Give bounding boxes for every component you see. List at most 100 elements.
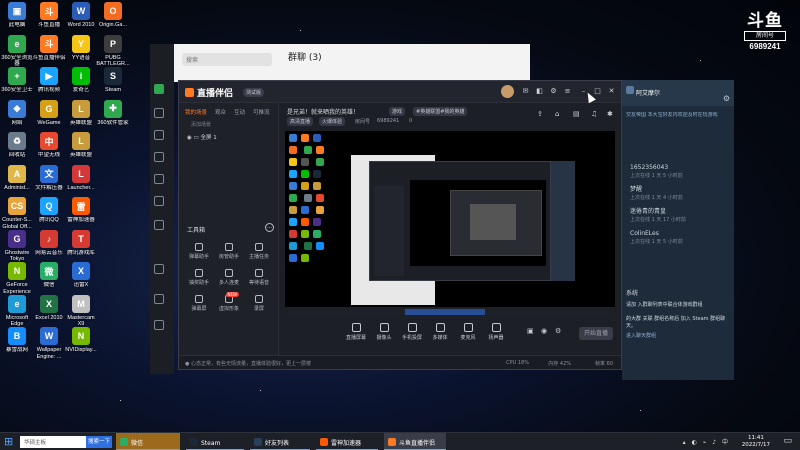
- desktop-icon[interactable]: ✚ 360软件管家: [96, 99, 130, 138]
- taskbar-search-button[interactable]: 搜索一下: [86, 436, 112, 448]
- source-button[interactable]: 扬声器: [481, 323, 511, 341]
- steam-nav-icon[interactable]: [154, 264, 164, 274]
- preview-friends-window: [551, 161, 575, 281]
- tool-icon: [255, 243, 263, 251]
- source-toolbar: 直播屏幕 摄像头 手机投屏 多媒体 麦克风 扬声器 ▣ ◉ ⚙ 开始直播: [279, 317, 621, 355]
- taskbar-clock[interactable]: 11:41 2022/7/17: [742, 435, 770, 449]
- topic-tag[interactable]: #英雄联盟#我的英雄: [413, 107, 468, 116]
- steam-nav-icon[interactable]: [154, 320, 164, 330]
- scene-item[interactable]: ◉ ▭ 全屏 1: [187, 133, 217, 141]
- friend-item[interactable]: 迷倦青的青皇 上次在线 1 天 17 小时前: [630, 208, 686, 224]
- source-button[interactable]: 多媒体: [425, 323, 455, 341]
- taskbar-app[interactable]: 微信: [116, 433, 180, 450]
- friend-name: 梦醒: [630, 186, 643, 193]
- category-tag[interactable]: 游戏: [389, 107, 406, 116]
- source-icon: [435, 323, 445, 332]
- gift-icon[interactable]: ◧: [535, 87, 544, 96]
- join-group-link[interactable]: 进入聊天群组: [626, 332, 656, 339]
- tool-button[interactable]: 主播任务: [247, 243, 271, 260]
- app-icon: 雷: [72, 197, 90, 215]
- camera-toggle-icon[interactable]: ▣: [527, 327, 534, 335]
- watermark-sub: 房间号: [744, 31, 786, 41]
- tool-button[interactable]: 等待语音: [247, 269, 271, 286]
- source-button[interactable]: 摄像头: [369, 323, 399, 341]
- tool-label: 等待语音: [248, 280, 269, 286]
- star: [120, 400, 121, 401]
- menu-icon[interactable]: ≡: [563, 87, 572, 96]
- desktop-icon-label: Ghostwire Tokyo: [4, 249, 30, 263]
- source-button[interactable]: 手机投屏: [397, 323, 427, 341]
- eye-toggle-icon[interactable]: ◉: [541, 327, 547, 335]
- app-icon: CS: [8, 197, 26, 215]
- app-icon: X: [40, 294, 58, 313]
- desktop-icon-label: Wallpaper Engine: ...: [36, 347, 62, 360]
- desktop-icon-label: 网易云音乐: [35, 249, 63, 256]
- eye-icon[interactable]: ◉ ▭: [187, 135, 201, 141]
- bell-icon[interactable]: ♫: [591, 110, 597, 118]
- tool-button[interactable]: 弹幕助手: [187, 243, 211, 260]
- close-button[interactable]: ✕: [607, 87, 616, 96]
- friend-item[interactable]: 梦醒 上次在线 1 天 4 小时前: [630, 186, 683, 202]
- chat-search-input[interactable]: 搜索: [182, 53, 272, 66]
- douyu-watermark: 斗鱼 房间号 6989241: [740, 12, 790, 51]
- source-icon: [407, 323, 417, 332]
- steam-nav-icon[interactable]: [154, 174, 164, 184]
- scene-tab[interactable]: 可推流: [253, 110, 270, 116]
- steam-nav-icon[interactable]: [154, 196, 164, 206]
- friend-item[interactable]: 1652356043 上次在线 1 天 5 小时前: [630, 164, 683, 180]
- group-chat-title: 群聊 (3): [288, 53, 322, 63]
- taskbar-search-input[interactable]: 华硕主板: [20, 436, 86, 448]
- chat-icon[interactable]: ▤: [573, 110, 580, 118]
- taskbar-app[interactable]: 雷神加速器: [316, 433, 378, 450]
- steam-nav-icon[interactable]: [154, 130, 164, 140]
- steam-nav-icon[interactable]: [154, 108, 164, 118]
- taskbar-app[interactable]: 好友列表: [250, 433, 310, 450]
- steam-nav-icon[interactable]: [154, 152, 164, 162]
- steam-window-sidebar[interactable]: [150, 44, 174, 374]
- taskbar-app[interactable]: Steam: [186, 433, 244, 450]
- source-button[interactable]: 直播屏幕: [341, 323, 371, 341]
- config-icon[interactable]: ⚙: [555, 327, 561, 335]
- desktop-icon-label: Counter-S... Global Off...: [2, 217, 32, 230]
- source-button[interactable]: 麦克风: [453, 323, 483, 341]
- start-live-button[interactable]: 开始直播: [579, 327, 613, 340]
- windows-start-icon[interactable]: ⊞: [4, 436, 16, 448]
- desktop-icon[interactable]: N NVIDisplay...: [64, 327, 98, 365]
- clock-time: 11:41: [747, 435, 764, 441]
- desktop-icon[interactable]: W Wallpaper Engine: ...: [32, 327, 66, 365]
- tool-button[interactable]: 弹幕屏: [187, 295, 211, 312]
- more-tools-icon[interactable]: …: [265, 223, 274, 232]
- tool-button[interactable]: 抽奖助手: [187, 269, 211, 286]
- maximize-button[interactable]: □: [593, 87, 602, 96]
- notification-icon[interactable]: ▭: [783, 436, 792, 446]
- source-icon: [351, 323, 361, 332]
- settings-icon[interactable]: ⚙: [549, 87, 558, 96]
- scene-tab[interactable]: 互动: [234, 110, 245, 116]
- gear-icon[interactable]: ⚙: [723, 94, 730, 103]
- settings-gear-icon[interactable]: ✱: [607, 110, 613, 118]
- mode-tag[interactable]: 火爆体验: [319, 117, 346, 126]
- tool-button[interactable]: 虚拟形象 NEW: [217, 292, 241, 312]
- scene-tab[interactable]: 我的场景: [185, 110, 207, 116]
- scene-tab[interactable]: 观众: [215, 110, 226, 116]
- friends-header-name: 阿艾摩尔: [636, 90, 661, 97]
- desktop-icon-label: 文件解压器: [35, 184, 63, 191]
- tray-icons[interactable]: ▴ ◐ ⌁ ♪ 中: [683, 437, 730, 446]
- share-icon[interactable]: ⇪: [537, 110, 543, 118]
- user-avatar[interactable]: [501, 85, 514, 98]
- desktop-icon-label: 360软件管家: [97, 119, 129, 126]
- desktop-icon[interactable]: B 暴雪战网: [0, 327, 34, 365]
- mail-icon[interactable]: ✉: [521, 87, 530, 96]
- add-scene-link[interactable]: 添加场景: [191, 121, 211, 128]
- steam-nav-icon[interactable]: [154, 220, 164, 230]
- tool-button[interactable]: 多人连麦: [217, 269, 241, 286]
- tool-label: 房管助手: [218, 254, 239, 260]
- taskbar-app[interactable]: 斗鱼直播伴侣: [384, 433, 446, 450]
- quality-tag[interactable]: 高清直播: [287, 117, 314, 126]
- lock-icon[interactable]: ⌂: [555, 110, 559, 118]
- tool-button[interactable]: 房管助手: [217, 243, 241, 260]
- steam-nav-icon[interactable]: [154, 294, 164, 304]
- friend-item[interactable]: ColinELes 上次在线 1 天 5 小时前: [630, 230, 683, 246]
- stream-title[interactable]: 是兄弟！就来晒我的英雄！: [287, 107, 359, 116]
- tool-button[interactable]: 录屏: [247, 295, 271, 312]
